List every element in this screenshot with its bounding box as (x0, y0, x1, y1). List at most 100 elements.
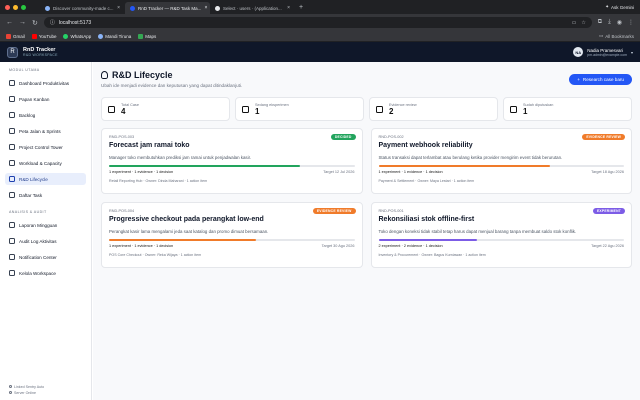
case-target-date: Target 30 Agu 2026 (321, 244, 355, 248)
stat-label: Sedang eksperimen (255, 102, 289, 107)
bookmark-whatsapp[interactable]: WhatsApp (63, 33, 91, 39)
stat-label: Total Case (121, 102, 139, 107)
status-badge: EVIDENCE REVIEW (312, 208, 356, 214)
nav-icon (9, 96, 15, 102)
status-badge: DECIDED (330, 134, 356, 140)
sidebar-item-workspace[interactable]: Kelola Workspace (5, 267, 86, 279)
nav-icon (9, 176, 15, 182)
zoom-window-button[interactable] (21, 4, 26, 10)
case-meta: 2 experiment · 2 evidence · 1 decision Ta… (379, 244, 625, 248)
tab-close-icon[interactable]: × (204, 5, 207, 11)
stat-label: Sudah diputuskan (523, 102, 554, 107)
browser-tab-1[interactable]: Discover community-made c... × (40, 2, 125, 14)
close-window-button[interactable] (5, 4, 10, 10)
sidebar-item-label: Backlog (19, 112, 36, 118)
case-description: Perangkat kasir lama mengalami jeda saat… (109, 229, 269, 234)
sidebar-item-workload[interactable]: Workload & Capacity (5, 157, 86, 169)
progress-fill (378, 239, 477, 241)
download-icon[interactable]: ⤓ (608, 19, 611, 26)
case-meta: 1 experiment · 1 evidence · 1 decision Ta… (109, 244, 355, 248)
progress-bar (378, 165, 624, 167)
plus-icon: + (577, 76, 580, 82)
back-icon[interactable]: ← (6, 19, 13, 26)
sidebar-item-kanban[interactable]: Papan Kanban (5, 93, 86, 105)
user-menu[interactable]: NA Nadia Pramesvari pm.admin@example.com… (573, 47, 633, 57)
status-badge: EVIDENCE REVIEW (582, 134, 625, 140)
browser-tab-3[interactable]: Select · users · (Application... × (210, 2, 295, 14)
case-code: RND-POS-001 (378, 209, 404, 213)
research-case-card[interactable]: RND-POS-002 EVIDENCE REVIEW Payment webhoo… (370, 128, 632, 194)
case-target-date: Target 18 Agu 2026 (591, 170, 624, 174)
new-research-case-button[interactable]: + Research case baru (569, 73, 632, 85)
extensions-icon[interactable]: ⧉ (598, 19, 602, 26)
url-text: localhost:5173 (58, 19, 92, 26)
sidebar-item-label: Laporan Mingguan (19, 222, 58, 228)
sidebar-item-dashboard[interactable]: Dashboard Produktivitas (5, 77, 86, 89)
all-bookmarks-button[interactable]: ▭ All Bookmarks (599, 33, 634, 39)
main-content: R&D Lifecycle Ubah ide menjadi evidence … (93, 62, 640, 400)
profile-icon[interactable]: ◉ (617, 19, 622, 26)
sidebar-item-label: Kelola Workspace (19, 270, 56, 276)
research-case-card[interactable]: RND-POS-004 EVIDENCE REVIEW Progressive ch… (101, 202, 363, 268)
ask-gemini-button[interactable]: ✦ Ask Gemini (605, 4, 634, 10)
bookmark-mandi[interactable]: Mandi Tiruna (98, 33, 131, 39)
tab-favicon-icon (130, 5, 135, 11)
nav-icon (9, 254, 15, 260)
menu-icon[interactable]: ⋮ (628, 19, 634, 26)
whatsapp-icon (63, 33, 69, 39)
sidebar-item-backlog[interactable]: Backlog (5, 109, 86, 121)
sidebar-item-notifications[interactable]: Notification Center (5, 251, 86, 263)
reload-icon[interactable]: ↻ (32, 19, 38, 27)
globe-icon (98, 33, 104, 39)
research-case-card[interactable]: RND-POS-001 EXPERIMENT Rekonsiliasi stok o… (370, 202, 632, 268)
tab-title: RnD Tracker — R&D Task Ma... (138, 5, 202, 11)
document-icon (376, 105, 383, 113)
tab-close-icon[interactable]: × (117, 5, 120, 11)
bookmark-star-icon[interactable]: ☆ (581, 20, 585, 26)
status-badge: EXPERIMENT (592, 208, 625, 214)
sidebar-item-roadmap[interactable]: Peta Jalan & Sprints (5, 125, 86, 137)
case-description: Status transaksi dapat terlambat atau be… (378, 155, 563, 160)
sidebar: MODUL UTAMA Dashboard Produktivitas Papan… (0, 62, 92, 400)
sidebar-item-label: Dashboard Produktivitas (19, 80, 70, 86)
address-bar[interactable]: ⓘ localhost:5173 ▭ ☆ (43, 17, 592, 28)
sidebar-item-label: Peta Jalan & Sprints (19, 128, 61, 134)
bookmark-maps[interactable]: Maps (138, 33, 156, 39)
forward-icon[interactable]: → (19, 19, 26, 26)
browser-tab-2[interactable]: RnD Tracker — R&D Task Ma... × (125, 2, 210, 14)
stat-value: 2 (389, 106, 394, 116)
sidebar-item-tasks[interactable]: Daftar Task (5, 189, 86, 201)
sidebar-section-main: MODUL UTAMA (9, 68, 40, 72)
tab-close-icon[interactable]: × (287, 5, 290, 11)
bookmark-gmail[interactable]: Gmail (6, 33, 25, 39)
user-name: Nadia Pramesvari (587, 47, 624, 53)
nav-icon (9, 112, 15, 118)
briefcase-icon (108, 105, 115, 113)
sidebar-item-rnd-lifecycle[interactable]: R&D Lifecycle (5, 173, 86, 185)
progress-fill (109, 239, 257, 241)
research-case-card[interactable]: RND-POS-003 DECIDED Forecast jam ramai tok… (101, 128, 363, 194)
case-owner: Payment & Settlement · Owner: Maya Lesta… (378, 179, 475, 183)
new-tab-button[interactable]: + (295, 4, 307, 11)
nav-icon (9, 192, 15, 198)
app-logo[interactable]: R (7, 46, 18, 58)
case-description: Toko dengan koneksi tidak stabil tetap h… (378, 229, 577, 234)
youtube-icon (31, 33, 37, 39)
sidebar-item-weekly-report[interactable]: Laporan Mingguan (5, 219, 86, 231)
nav-icon (9, 80, 15, 86)
stat-value: 1 (523, 106, 528, 116)
bookmark-youtube[interactable]: YouTube (31, 33, 56, 39)
research-case-grid: RND-POS-003 DECIDED Forecast jam ramai tok… (101, 128, 632, 268)
install-icon[interactable]: ▭ (572, 20, 577, 26)
sentry-status: Linked Sentry Auto (14, 385, 45, 389)
case-owner: Retail Reporting Hub · Owner: Dinda Maha… (109, 179, 208, 183)
sidebar-item-control-tower[interactable]: Project Control Tower (5, 141, 86, 153)
app-tagline: R&D WORKSPACE (23, 53, 58, 57)
sidebar-item-label: Project Control Tower (19, 144, 63, 150)
sidebar-item-audit-log[interactable]: Audit Log Aktivitas (5, 235, 86, 247)
nav-icon (9, 238, 15, 244)
minimize-window-button[interactable] (13, 4, 18, 10)
page-title-text: R&D Lifecycle (112, 70, 173, 80)
site-info-icon[interactable]: ⓘ (50, 19, 55, 26)
link-icon (9, 385, 12, 388)
